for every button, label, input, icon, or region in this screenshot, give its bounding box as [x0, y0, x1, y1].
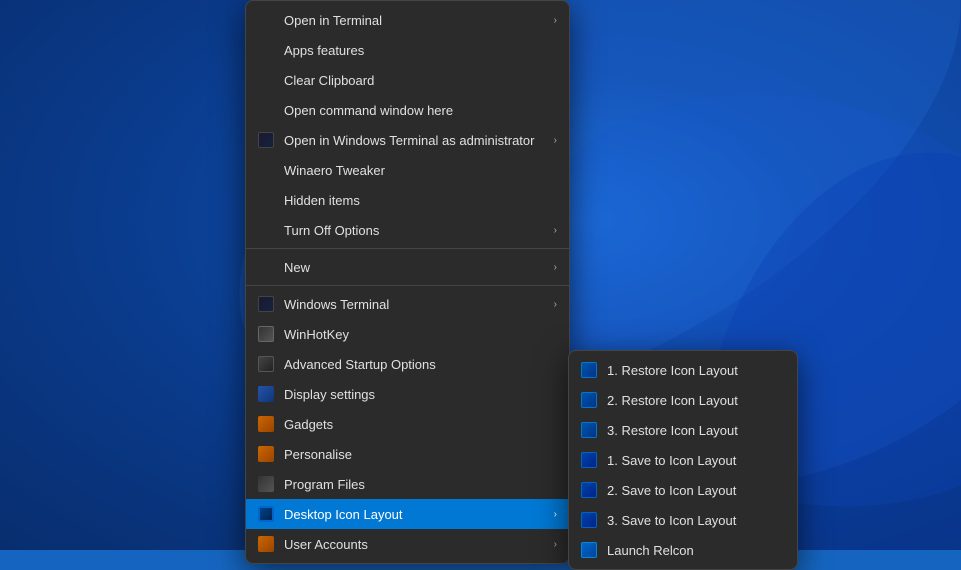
menu-item-label: Display settings — [284, 387, 557, 402]
aso-icon — [256, 354, 276, 374]
menu-item-label: Open in Windows Terminal as administrato… — [284, 133, 546, 148]
submenu-item-label: 3. Restore Icon Layout — [607, 423, 785, 438]
icon-spacer — [256, 257, 276, 277]
submenu-item-label: 2. Save to Icon Layout — [607, 483, 785, 498]
menu-item-open-in-terminal[interactable]: Open in Terminal › — [246, 5, 569, 35]
menu-item-open-wt-admin[interactable]: Open in Windows Terminal as administrato… — [246, 125, 569, 155]
menu-item-personalise[interactable]: Personalise — [246, 439, 569, 469]
menu-item-label: Open in Terminal — [284, 13, 546, 28]
dil-icon — [256, 504, 276, 524]
icon-spacer — [256, 40, 276, 60]
menu-item-gadgets[interactable]: Gadgets — [246, 409, 569, 439]
menu-item-open-command[interactable]: Open command window here — [246, 95, 569, 125]
menu-item-label: Advanced Startup Options — [284, 357, 557, 372]
prog-icon — [256, 474, 276, 494]
save-icon — [579, 450, 599, 470]
menu-item-label: Apps features — [284, 43, 557, 58]
gadget-icon — [256, 414, 276, 434]
submenu-item-label: Launch Relcon — [607, 543, 785, 558]
restore-icon — [579, 390, 599, 410]
context-menu: Open in Terminal › Apps features Clear Clip… — [245, 0, 570, 564]
icon-spacer — [256, 160, 276, 180]
submenu-item-restore-2[interactable]: 2. Restore Icon Layout — [569, 385, 797, 415]
menu-item-label: Windows Terminal — [284, 297, 546, 312]
menu-item-label: New — [284, 260, 546, 275]
menu-item-program-files[interactable]: Program Files — [246, 469, 569, 499]
turnoff-icon — [256, 220, 276, 240]
submenu-item-restore-1[interactable]: 1. Restore Icon Layout — [569, 355, 797, 385]
menu-item-new[interactable]: New › — [246, 252, 569, 282]
icon-spacer — [256, 190, 276, 210]
menu-item-label: Program Files — [284, 477, 557, 492]
save-icon — [579, 480, 599, 500]
submenu-desktop-icon-layout: 1. Restore Icon Layout 2. Restore Icon La… — [568, 350, 798, 570]
submenu-item-launch-relcon[interactable]: Launch Relcon — [569, 535, 797, 565]
menu-separator — [246, 248, 569, 249]
submenu-item-label: 3. Save to Icon Layout — [607, 513, 785, 528]
menu-item-label: Open command window here — [284, 103, 557, 118]
menu-item-label: Turn Off Options — [284, 223, 546, 238]
hotkey-icon — [256, 324, 276, 344]
submenu-item-label: 1. Save to Icon Layout — [607, 453, 785, 468]
menu-item-label: Hidden items — [284, 193, 557, 208]
menu-item-label: Winaero Tweaker — [284, 163, 557, 178]
submenu-arrow-icon: › — [554, 225, 557, 236]
restore-icon — [579, 420, 599, 440]
submenu-item-restore-3[interactable]: 3. Restore Icon Layout — [569, 415, 797, 445]
menu-item-label: Clear Clipboard — [284, 73, 557, 88]
menu-item-turn-off[interactable]: Turn Off Options › — [246, 215, 569, 245]
submenu-item-label: 1. Restore Icon Layout — [607, 363, 785, 378]
submenu-arrow-icon: › — [554, 135, 557, 146]
submenu-arrow-icon: › — [554, 262, 557, 273]
submenu-arrow-icon: › — [554, 15, 557, 26]
submenu-item-save-3[interactable]: 3. Save to Icon Layout — [569, 505, 797, 535]
user-icon — [256, 534, 276, 554]
menu-item-label: User Accounts — [284, 537, 546, 552]
menu-item-user-accounts[interactable]: User Accounts › — [246, 529, 569, 559]
menu-separator — [246, 285, 569, 286]
submenu-item-save-1[interactable]: 1. Save to Icon Layout — [569, 445, 797, 475]
menu-item-windows-terminal[interactable]: Windows Terminal › — [246, 289, 569, 319]
menu-item-display-settings[interactable]: Display settings — [246, 379, 569, 409]
terminal-icon — [256, 10, 276, 30]
disp-icon — [256, 384, 276, 404]
menu-item-clear-clipboard[interactable]: Clear Clipboard — [246, 65, 569, 95]
menu-item-desktop-icon-layout[interactable]: Desktop Icon Layout › — [246, 499, 569, 529]
menu-item-label: Personalise — [284, 447, 557, 462]
restore-icon — [579, 360, 599, 380]
menu-item-winhotkey[interactable]: WinHotKey — [246, 319, 569, 349]
menu-item-label: WinHotKey — [284, 327, 557, 342]
submenu-item-label: 2. Restore Icon Layout — [607, 393, 785, 408]
save-icon — [579, 510, 599, 530]
submenu-arrow-icon: › — [554, 299, 557, 310]
submenu-arrow-icon: › — [554, 509, 557, 520]
menu-item-winaero[interactable]: Winaero Tweaker — [246, 155, 569, 185]
menu-item-hidden-items[interactable]: Hidden items — [246, 185, 569, 215]
wt-icon — [256, 294, 276, 314]
wt-admin-icon — [256, 130, 276, 150]
menu-item-label: Desktop Icon Layout — [284, 507, 546, 522]
menu-item-advanced-startup[interactable]: Advanced Startup Options — [246, 349, 569, 379]
person-icon — [256, 444, 276, 464]
relcon-icon — [579, 540, 599, 560]
menu-item-apps-features[interactable]: Apps features — [246, 35, 569, 65]
icon-spacer — [256, 100, 276, 120]
menu-item-label: Gadgets — [284, 417, 557, 432]
submenu-item-save-2[interactable]: 2. Save to Icon Layout — [569, 475, 797, 505]
icon-spacer — [256, 70, 276, 90]
submenu-arrow-icon: › — [554, 539, 557, 550]
